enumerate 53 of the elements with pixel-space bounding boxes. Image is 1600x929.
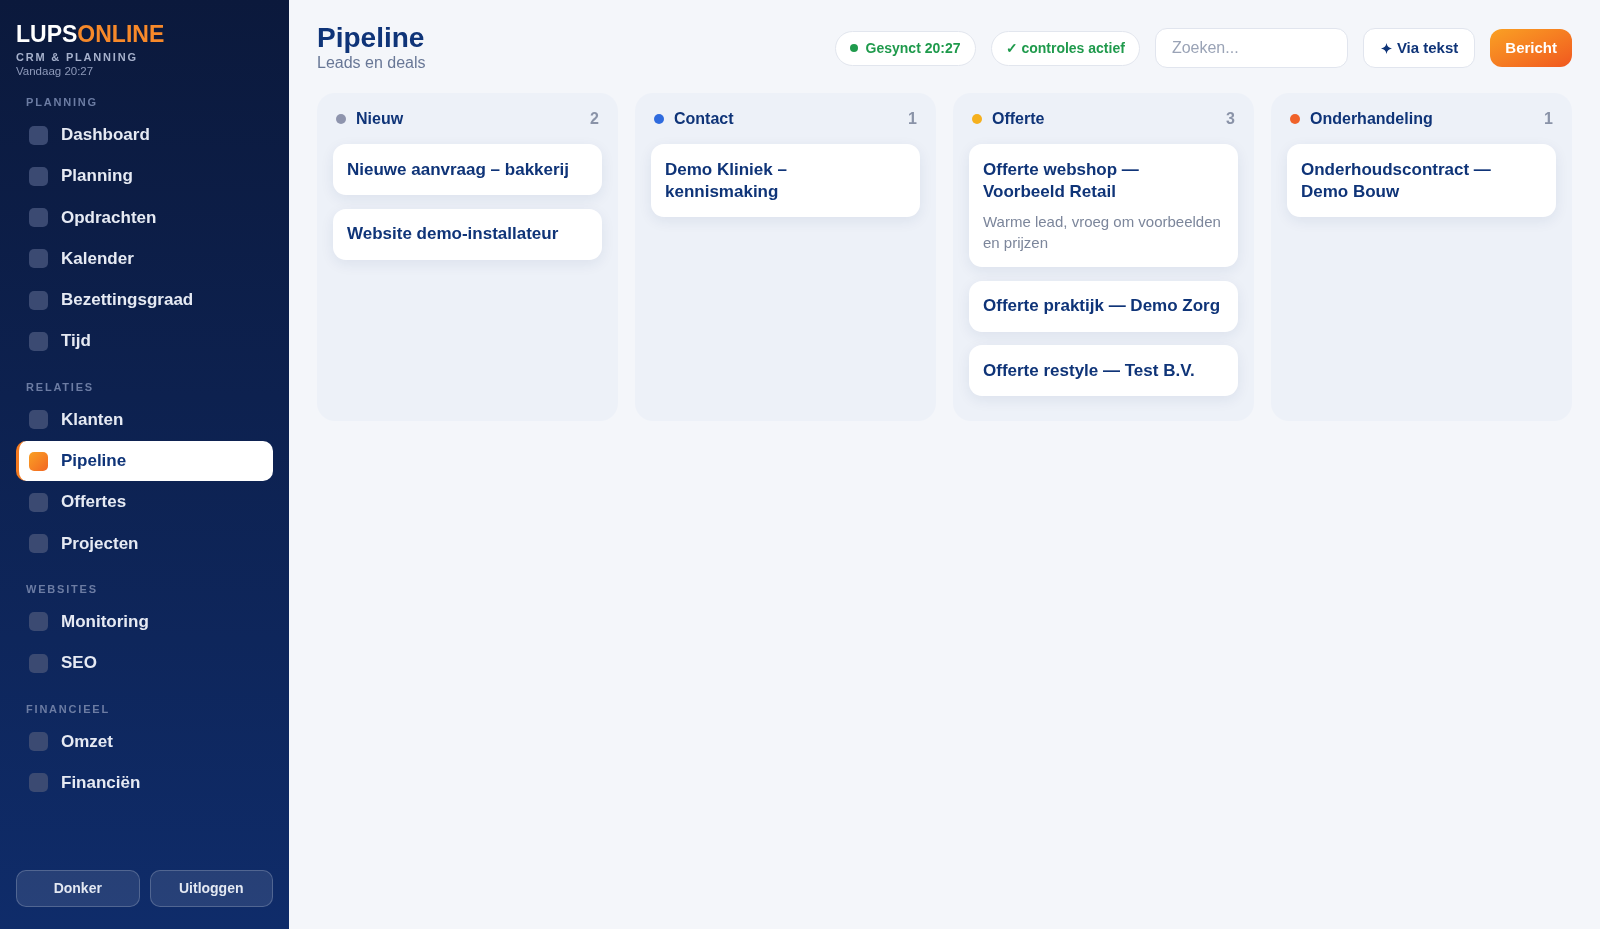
card-title: Offerte praktijk — Demo Zorg — [983, 295, 1222, 317]
sidebar-item[interactable]: Kalender — [16, 238, 273, 279]
footer-button[interactable]: Uitloggen — [149, 870, 273, 907]
sidebar-item[interactable]: Monitoring — [16, 601, 273, 642]
card-title: Offerte restyle — Test B.V. — [983, 359, 1196, 382]
search-field[interactable]: Zoeken... — [1154, 28, 1348, 68]
sidebar-item[interactable]: Tijd — [16, 321, 273, 362]
card-title: Demo Kliniek – kennismaking — [665, 158, 788, 203]
page-title: Pipeline — [317, 23, 425, 53]
timestamp: Vandaag 20:27 — [16, 64, 94, 78]
column-title: Nieuw — [356, 109, 404, 129]
tagline: CRM & PLANNING — [16, 50, 138, 64]
card-title: Onderhoudscontract — Demo Bouw — [1301, 158, 1492, 203]
deal-card[interactable]: Offerte webshop — Voorbeeld Retail Warme lead, vroeg om voorbeelden en prijzen — [969, 144, 1238, 267]
deal-card[interactable]: Onderhoudscontract — Demo Bouw — [1287, 144, 1556, 217]
sidebar-item[interactable]: Financiën — [16, 762, 273, 803]
sidebar-item[interactable]: Offertes — [16, 482, 273, 523]
logo: LUPSONLINE — [16, 20, 165, 48]
section-heading: FINANCIEEL — [26, 701, 110, 717]
footer-button[interactable]: Donker — [16, 870, 140, 907]
column-title: Offerte — [992, 109, 1045, 129]
column-count: 2 — [590, 109, 599, 129]
column-title: Contact — [674, 109, 734, 129]
card-title: Website demo-installateur — [347, 223, 560, 245]
sidebar-item[interactable]: SEO — [16, 643, 273, 684]
column-count: 1 — [908, 109, 917, 129]
status-pill: Gesynct 20:27 — [834, 30, 976, 66]
status-pill: ✓ controles actief — [990, 30, 1140, 66]
sidebar-item[interactable]: Klanten — [16, 399, 273, 440]
sidebar-item[interactable]: Bezettingsgraad — [16, 280, 273, 321]
deal-card[interactable]: Website demo-installateur — [333, 208, 602, 260]
sparkle-icon — [1380, 42, 1392, 54]
sidebar-item[interactable]: Projecten — [16, 523, 273, 564]
sidebar-item[interactable]: Planning — [16, 156, 273, 197]
section-heading: RELATIES — [26, 379, 94, 395]
deal-card[interactable]: Offerte restyle — Test B.V. — [969, 345, 1238, 396]
card-title: Nieuwe aanvraag – bakkerij — [347, 158, 571, 181]
sidebar-item[interactable]: Omzet — [16, 721, 273, 762]
section-heading: WEBSITES — [26, 581, 98, 597]
card-title: Offerte webshop — Voorbeeld Retail — [983, 158, 1140, 203]
column-title: Onderhandeling — [1310, 109, 1433, 129]
card-description: Warme lead, vroeg om voorbeelden en prijzen — [983, 211, 1222, 253]
deal-card[interactable]: Nieuwe aanvraag – bakkerij — [333, 144, 602, 195]
sidebar-item[interactable]: Dashboard — [16, 115, 273, 155]
page-subtitle: Leads en deals — [317, 53, 426, 73]
column-count: 3 — [1226, 109, 1235, 129]
deal-card[interactable]: Offerte praktijk — Demo Zorg — [969, 280, 1238, 332]
deal-card[interactable]: Demo Kliniek – kennismaking — [651, 144, 920, 217]
section-heading: PLANNING — [26, 95, 98, 110]
via-text-button[interactable]: Via tekst — [1362, 28, 1476, 68]
sidebar-item[interactable]: Pipeline — [16, 441, 273, 482]
column-count: 1 — [1544, 109, 1553, 129]
sidebar-item[interactable]: Opdrachten — [16, 197, 273, 238]
